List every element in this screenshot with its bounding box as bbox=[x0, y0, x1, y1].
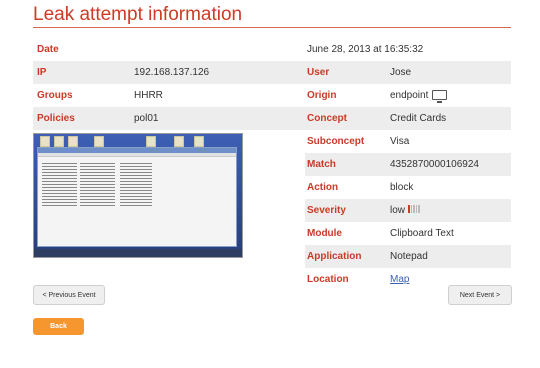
location-label: Location bbox=[307, 274, 349, 285]
table-row: Action block bbox=[305, 176, 511, 199]
back-button[interactable]: Back bbox=[33, 318, 84, 335]
taskbar bbox=[34, 249, 242, 257]
severity-meter bbox=[408, 205, 421, 216]
origin-cell: endpoint bbox=[390, 90, 448, 104]
table-row: Policies pol01 Concept Credit Cards bbox=[33, 107, 511, 130]
module-value: Clipboard Text bbox=[390, 228, 454, 239]
severity-segment bbox=[418, 205, 420, 213]
subconcept-value: Visa bbox=[390, 136, 410, 147]
severity-cell: low bbox=[390, 205, 421, 216]
date-row: Date June 28, 2013 at 16:35:32 bbox=[33, 38, 511, 61]
application-value: Notepad bbox=[390, 251, 428, 262]
action-value: block bbox=[390, 182, 414, 193]
ip-label: IP bbox=[37, 67, 47, 78]
action-label: Action bbox=[307, 182, 339, 193]
table-row: Application Notepad bbox=[305, 245, 511, 268]
table-row: IP 192.168.137.126 User Jose bbox=[33, 61, 511, 84]
subconcept-label: Subconcept bbox=[307, 136, 365, 147]
ip-value: 192.168.137.126 bbox=[134, 67, 210, 78]
policies-label: Policies bbox=[37, 113, 75, 124]
table-row: Match 4352870000106924 bbox=[305, 153, 511, 176]
screenshot-thumbnail[interactable] bbox=[33, 133, 243, 258]
severity-segment bbox=[408, 205, 410, 213]
previous-event-button[interactable]: < Previous Event bbox=[33, 285, 105, 305]
severity-segment bbox=[410, 205, 413, 213]
notepad-window bbox=[37, 147, 237, 247]
groups-value: HHRR bbox=[134, 90, 163, 101]
application-label: Application bbox=[307, 251, 362, 262]
module-label: Module bbox=[307, 228, 342, 239]
severity-label: Severity bbox=[307, 205, 346, 216]
concept-value: Credit Cards bbox=[390, 113, 447, 124]
monitor-icon bbox=[432, 90, 448, 104]
origin-label: Origin bbox=[307, 90, 337, 101]
date-value: June 28, 2013 at 16:35:32 bbox=[307, 44, 424, 55]
severity-segment bbox=[415, 205, 418, 213]
table-row: Module Clipboard Text bbox=[305, 222, 511, 245]
origin-value: endpoint bbox=[390, 90, 429, 101]
map-link[interactable]: Map bbox=[390, 274, 409, 285]
table-row: Groups HHRR Origin endpoint bbox=[33, 84, 511, 107]
title-divider bbox=[33, 27, 511, 28]
groups-label: Groups bbox=[37, 90, 73, 101]
match-label: Match bbox=[307, 159, 336, 170]
policies-value: pol01 bbox=[134, 113, 159, 124]
table-row: Severity low bbox=[305, 199, 511, 222]
page-title: Leak attempt information bbox=[33, 4, 243, 25]
match-value: 4352870000106924 bbox=[390, 159, 479, 170]
table-row: Subconcept Visa bbox=[305, 130, 511, 153]
user-value: Jose bbox=[390, 67, 412, 78]
severity-segment bbox=[413, 205, 415, 213]
next-event-button[interactable]: Next Event > bbox=[448, 285, 512, 305]
severity-value: low bbox=[390, 205, 406, 216]
user-label: User bbox=[307, 67, 330, 78]
date-label: Date bbox=[37, 44, 59, 55]
concept-label: Concept bbox=[307, 113, 347, 124]
